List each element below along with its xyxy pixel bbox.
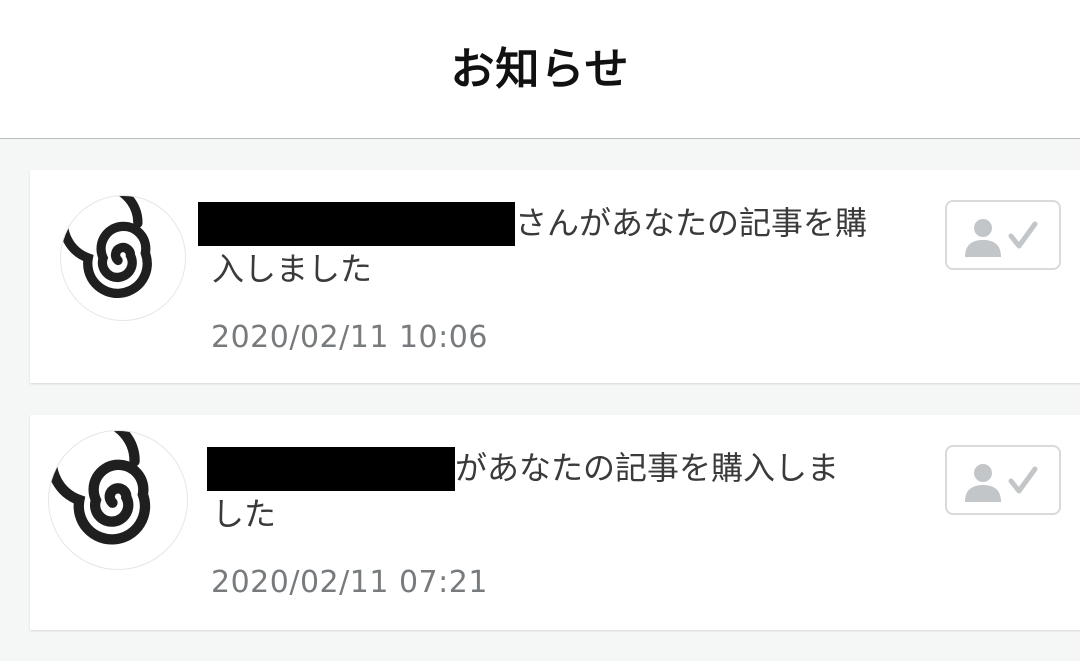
- message-text: があなたの記事を購入しま: [455, 449, 840, 487]
- notification-timestamp: 2020/02/11 07:21: [211, 565, 488, 600]
- message-text-continued: した: [212, 495, 277, 533]
- notification-message: さんがあなたの記事を購 入しました: [198, 200, 918, 292]
- redacted-username: [207, 447, 455, 491]
- notification-card[interactable]: さんがあなたの記事を購 入しました 2020/02/11 10:06: [30, 170, 1080, 383]
- follow-button[interactable]: [945, 445, 1061, 515]
- follow-button[interactable]: [945, 200, 1061, 270]
- page-title: お知らせ: [450, 44, 630, 95]
- notification-card[interactable]: があなたの記事を購入しま した 2020/02/11 07:21: [30, 415, 1080, 630]
- message-text-continued: 入しました: [212, 250, 373, 288]
- avatar[interactable]: [48, 430, 188, 570]
- message-text: さんがあなたの記事を購: [515, 204, 868, 242]
- header-bar: お知らせ: [0, 0, 1080, 139]
- follow-check-icon: [965, 219, 1038, 257]
- notification-message: があなたの記事を購入しま した: [207, 445, 927, 537]
- redacted-username: [198, 202, 515, 246]
- notification-timestamp: 2020/02/11 10:06: [211, 320, 488, 355]
- spiral-icon: [61, 196, 152, 299]
- spiral-icon: [49, 431, 151, 545]
- follow-check-icon: [965, 464, 1038, 502]
- avatar[interactable]: [60, 195, 186, 321]
